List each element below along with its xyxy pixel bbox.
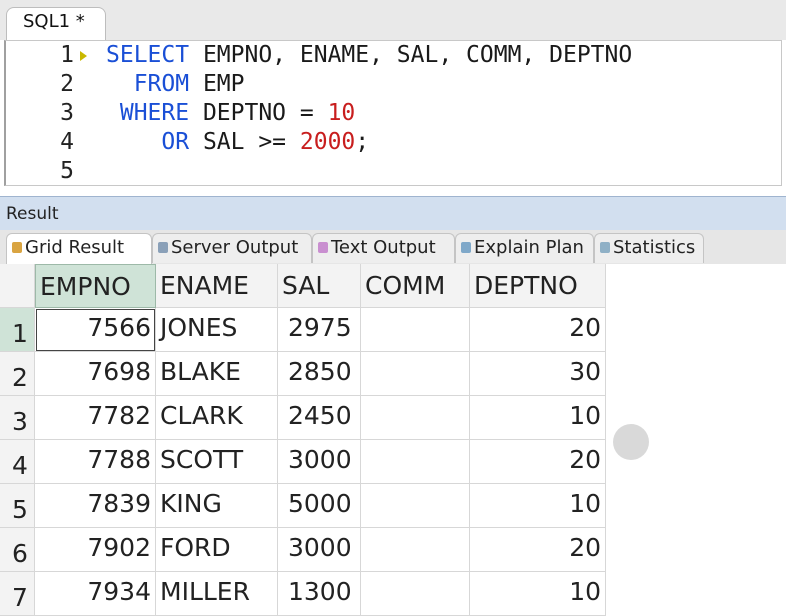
grid-cell-deptno[interactable]: 10 bbox=[470, 396, 606, 440]
grid-result-icon bbox=[12, 242, 22, 253]
grid-cell-empno[interactable]: 7934 bbox=[35, 572, 156, 616]
column-header-ename[interactable]: ENAME bbox=[156, 264, 278, 308]
grid-cell-ename[interactable]: FORD bbox=[156, 528, 278, 572]
row-header[interactable]: 2 bbox=[0, 352, 35, 396]
tab-server-output[interactable]: Server Output bbox=[152, 233, 312, 263]
sql-editor[interactable]: 1 2 3 4 5 SELECT EMPNO, ENAME, SAL, COMM, DE… bbox=[4, 40, 782, 186]
line-number: 4 bbox=[60, 129, 74, 155]
grid-cell-sal[interactable]: 1300 bbox=[278, 572, 361, 616]
sql-keyword: SELECT bbox=[106, 42, 190, 68]
column-header-sal[interactable]: SAL bbox=[278, 264, 361, 308]
column-header-deptno[interactable]: DEPTNO bbox=[470, 264, 606, 308]
grid-cell-ename[interactable]: CLARK bbox=[156, 396, 278, 440]
line-number: 2 bbox=[60, 71, 74, 97]
grid-cell-comm[interactable] bbox=[361, 308, 470, 352]
row-header[interactable]: 7 bbox=[0, 572, 35, 616]
grid-cell-deptno[interactable]: 20 bbox=[470, 440, 606, 484]
column-header-comm[interactable]: COMM bbox=[361, 264, 470, 308]
sql-keyword: OR bbox=[106, 129, 190, 155]
result-panel-title: Result bbox=[6, 204, 59, 224]
grid-cell-sal[interactable]: 2850 bbox=[278, 352, 361, 396]
grid-cell-deptno[interactable]: 10 bbox=[470, 484, 606, 528]
row-header[interactable]: 3 bbox=[0, 396, 35, 440]
text-output-icon bbox=[318, 242, 328, 253]
line-number-gutter: 1 2 3 4 5 bbox=[6, 41, 92, 185]
row-header[interactable]: 1 bbox=[0, 308, 35, 352]
sql-number-literal: 2000 bbox=[299, 129, 356, 155]
grid-cell-deptno[interactable]: 20 bbox=[470, 308, 606, 352]
explain-plan-icon bbox=[461, 242, 471, 253]
grid-cell-comm[interactable] bbox=[361, 440, 470, 484]
code-line[interactable]: FROM EMP bbox=[106, 71, 245, 97]
code-line[interactable]: WHERE DEPTNO = 10 bbox=[106, 100, 355, 126]
tab-label: Server Output bbox=[171, 237, 299, 258]
sql-number-literal: 10 bbox=[327, 100, 356, 126]
grid-cell-comm[interactable] bbox=[361, 528, 470, 572]
column-header-empno[interactable]: EMPNO bbox=[35, 264, 156, 308]
row-header[interactable]: 5 bbox=[0, 484, 35, 528]
grid-cell-deptno[interactable]: 10 bbox=[470, 572, 606, 616]
tab-statistics[interactable]: Statistics bbox=[594, 233, 704, 263]
tab-label: Grid Result bbox=[25, 237, 125, 258]
grid-cell-empno[interactable]: 7788 bbox=[35, 440, 156, 484]
grid-cell-sal[interactable]: 3000 bbox=[278, 528, 361, 572]
sql-text: DEPTNO = bbox=[189, 100, 328, 126]
grid-cell-sal[interactable]: 2975 bbox=[278, 308, 361, 352]
grid-cell-ename[interactable]: MILLER bbox=[156, 572, 278, 616]
grid-cell-empno[interactable]: 7698 bbox=[35, 352, 156, 396]
grid-cell-deptno[interactable]: 30 bbox=[470, 352, 606, 396]
server-output-icon bbox=[158, 242, 168, 253]
tab-explain-plan[interactable]: Explain Plan bbox=[455, 233, 594, 263]
sql-text: EMP bbox=[189, 71, 245, 97]
grid-cell-empno[interactable]: 7566 bbox=[35, 308, 156, 352]
sql-keyword: FROM bbox=[106, 71, 190, 97]
editor-tab-strip: SQL1 * bbox=[0, 0, 786, 40]
tab-label: Text Output bbox=[331, 237, 436, 258]
tab-grid-result[interactable]: Grid Result bbox=[6, 233, 152, 264]
sql-text: EMPNO, ENAME, SAL, COMM, DEPTNO bbox=[189, 42, 633, 68]
tab-label: Explain Plan bbox=[474, 237, 584, 258]
grid-cell-deptno[interactable]: 20 bbox=[470, 528, 606, 572]
line-number: 1 bbox=[60, 42, 74, 68]
code-line[interactable]: SELECT EMPNO, ENAME, SAL, COMM, DEPTNO bbox=[106, 42, 632, 68]
grid-cell-comm[interactable] bbox=[361, 572, 470, 616]
sql-editor-tab[interactable]: SQL1 * bbox=[6, 7, 106, 40]
grid-cell-sal[interactable]: 3000 bbox=[278, 440, 361, 484]
row-header[interactable]: 4 bbox=[0, 440, 35, 484]
grid-cell-empno[interactable]: 7902 bbox=[35, 528, 156, 572]
grid-cell-sal[interactable]: 2450 bbox=[278, 396, 361, 440]
sql-text: SAL >= bbox=[189, 129, 300, 155]
sql-text: ; bbox=[355, 129, 370, 155]
current-statement-marker-icon bbox=[80, 51, 87, 61]
grid-cell-empno[interactable]: 7839 bbox=[35, 484, 156, 528]
result-tabs: Grid Result Server Output Text Output Expla… bbox=[0, 230, 786, 265]
grid-cell-comm[interactable] bbox=[361, 396, 470, 440]
result-grid[interactable]: EMPNO ENAME SAL COMM DEPTNO 1 7566 JONES 2975 20 2… bbox=[0, 264, 786, 616]
statistics-icon bbox=[600, 242, 610, 253]
line-number: 3 bbox=[60, 100, 74, 126]
grid-cell-empno[interactable]: 7782 bbox=[35, 396, 156, 440]
grid-cell-sal[interactable]: 5000 bbox=[278, 484, 361, 528]
sql-keyword: WHERE bbox=[106, 100, 190, 126]
grid-cell-ename[interactable]: KING bbox=[156, 484, 278, 528]
grid-cell-comm[interactable] bbox=[361, 352, 470, 396]
grid-cell-ename[interactable]: BLAKE bbox=[156, 352, 278, 396]
mouse-cursor-highlight bbox=[613, 424, 649, 460]
code-line[interactable]: OR SAL >= 2000; bbox=[106, 129, 369, 155]
tab-label: Statistics bbox=[613, 237, 696, 258]
grid-corner-cell[interactable] bbox=[0, 264, 35, 308]
grid-cell-comm[interactable] bbox=[361, 484, 470, 528]
sql-editor-tab-label: SQL1 * bbox=[23, 11, 85, 32]
grid-cell-ename[interactable]: SCOTT bbox=[156, 440, 278, 484]
line-number: 5 bbox=[60, 158, 74, 184]
tab-text-output[interactable]: Text Output bbox=[312, 233, 455, 263]
result-panel-header: Result bbox=[0, 196, 786, 231]
row-header[interactable]: 6 bbox=[0, 528, 35, 572]
grid-cell-ename[interactable]: JONES bbox=[156, 308, 278, 352]
